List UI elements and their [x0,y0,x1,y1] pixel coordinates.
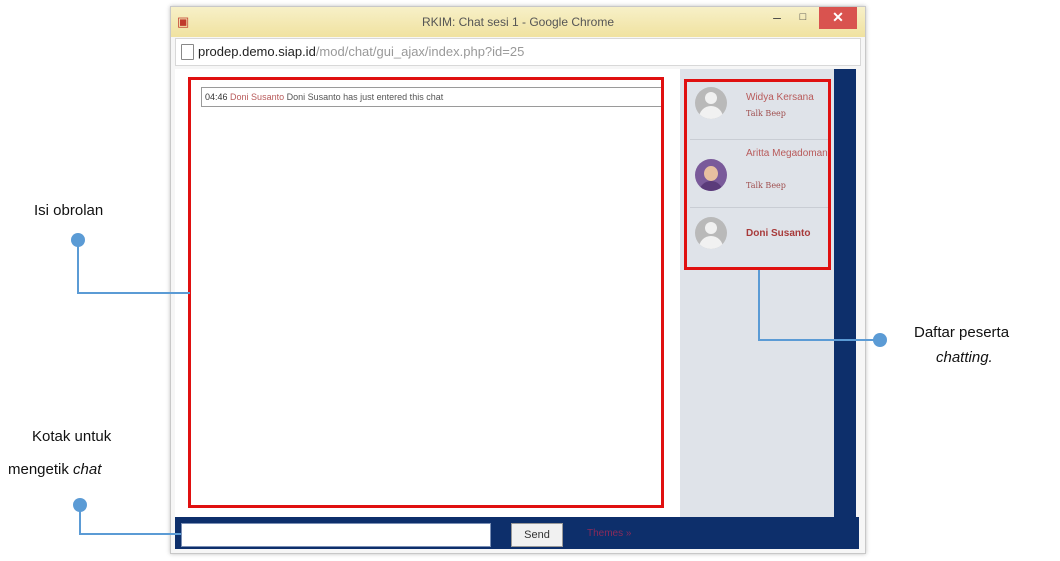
input-annotation-plain: mengetik [8,461,74,478]
page-icon [181,44,194,60]
participants-highlight-box [684,79,831,270]
annotation-line [79,533,181,535]
address-bar[interactable]: prodep.demo.siap.id/mod/chat/gui_ajax/in… [175,38,861,66]
chat-content-highlight-box [188,77,664,508]
input-bar: Send Themes » [175,517,859,549]
input-annotation-italic: chat [73,461,102,478]
annotation-line [758,339,880,341]
url-path: /mod/chat/gui_ajax/index.php?id=25 [315,44,525,59]
input-annotation-line1: Kotak untuk [32,428,112,445]
themes-link[interactable]: Themes » [587,528,631,539]
participants-annotation-italic: chatting. [936,349,993,366]
annotation-line [77,240,79,294]
maximize-button[interactable]: □ [791,7,815,29]
send-button[interactable]: Send [511,523,563,547]
url-text: prodep.demo.siap.id/mod/chat/gui_ajax/in… [198,44,524,59]
participants-annotation-line2: chatting. [936,349,993,366]
close-button[interactable]: ✕ [819,7,857,29]
annotation-line [758,270,760,340]
input-annotation-line2: mengetik chat [8,461,101,478]
annotation-line [79,505,81,535]
title-bar: ▣ RKIM: Chat sesi 1 - Google Chrome – □ … [171,7,865,37]
annotation-line [77,292,190,294]
minimize-button[interactable]: – [765,7,789,29]
chat-content-annotation: Isi obrolan [34,202,104,219]
url-host: prodep.demo.siap.id [198,44,316,59]
chat-message-input[interactable] [181,523,491,547]
annotation-dot [873,333,887,347]
window-title: RKIM: Chat sesi 1 - Google Chrome [421,15,615,29]
participants-annotation-line1: Daftar peserta [914,324,1010,341]
right-panel-strip [834,69,856,517]
